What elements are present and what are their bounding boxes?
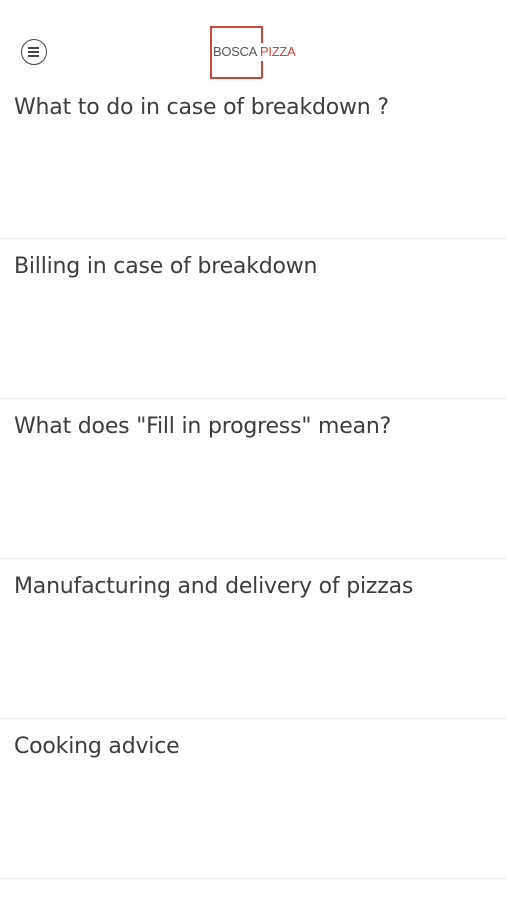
logo-frame: [210, 26, 212, 78]
faq-item-title: What to do in case of breakdown ?: [14, 95, 389, 120]
logo-text: BOSCA PIZZA: [213, 44, 296, 60]
logo-word-pizza: PIZZA: [260, 44, 296, 59]
menu-line: [28, 51, 39, 53]
logo-frame: [210, 77, 262, 79]
menu-line: [28, 47, 39, 49]
faq-item-title: Cooking advice: [14, 734, 180, 759]
faq-item-manufacturing-delivery[interactable]: Manufacturing and delivery of pizzas: [0, 559, 507, 719]
faq-item-breakdown[interactable]: What to do in case of breakdown ?: [0, 80, 507, 239]
faq-item-cooking-advice[interactable]: Cooking advice: [0, 719, 507, 879]
header: BOSCA PIZZA: [0, 0, 507, 90]
menu-line: [28, 55, 39, 57]
faq-item-fill-in-progress[interactable]: What does "Fill in progress" mean?: [0, 399, 507, 559]
menu-icon[interactable]: [21, 39, 47, 65]
faq-item-title: Manufacturing and delivery of pizzas: [14, 574, 414, 599]
faq-item-title: What does "Fill in progress" mean?: [14, 414, 392, 439]
bosca-pizza-logo[interactable]: BOSCA PIZZA: [210, 26, 306, 79]
logo-frame: [210, 26, 262, 28]
faq-item-title: Billing in case of breakdown: [14, 254, 318, 279]
logo-word-bosca: BOSCA: [213, 44, 258, 59]
faq-list: What to do in case of breakdown ? Billin…: [0, 80, 507, 879]
faq-item-billing[interactable]: Billing in case of breakdown: [0, 239, 507, 399]
